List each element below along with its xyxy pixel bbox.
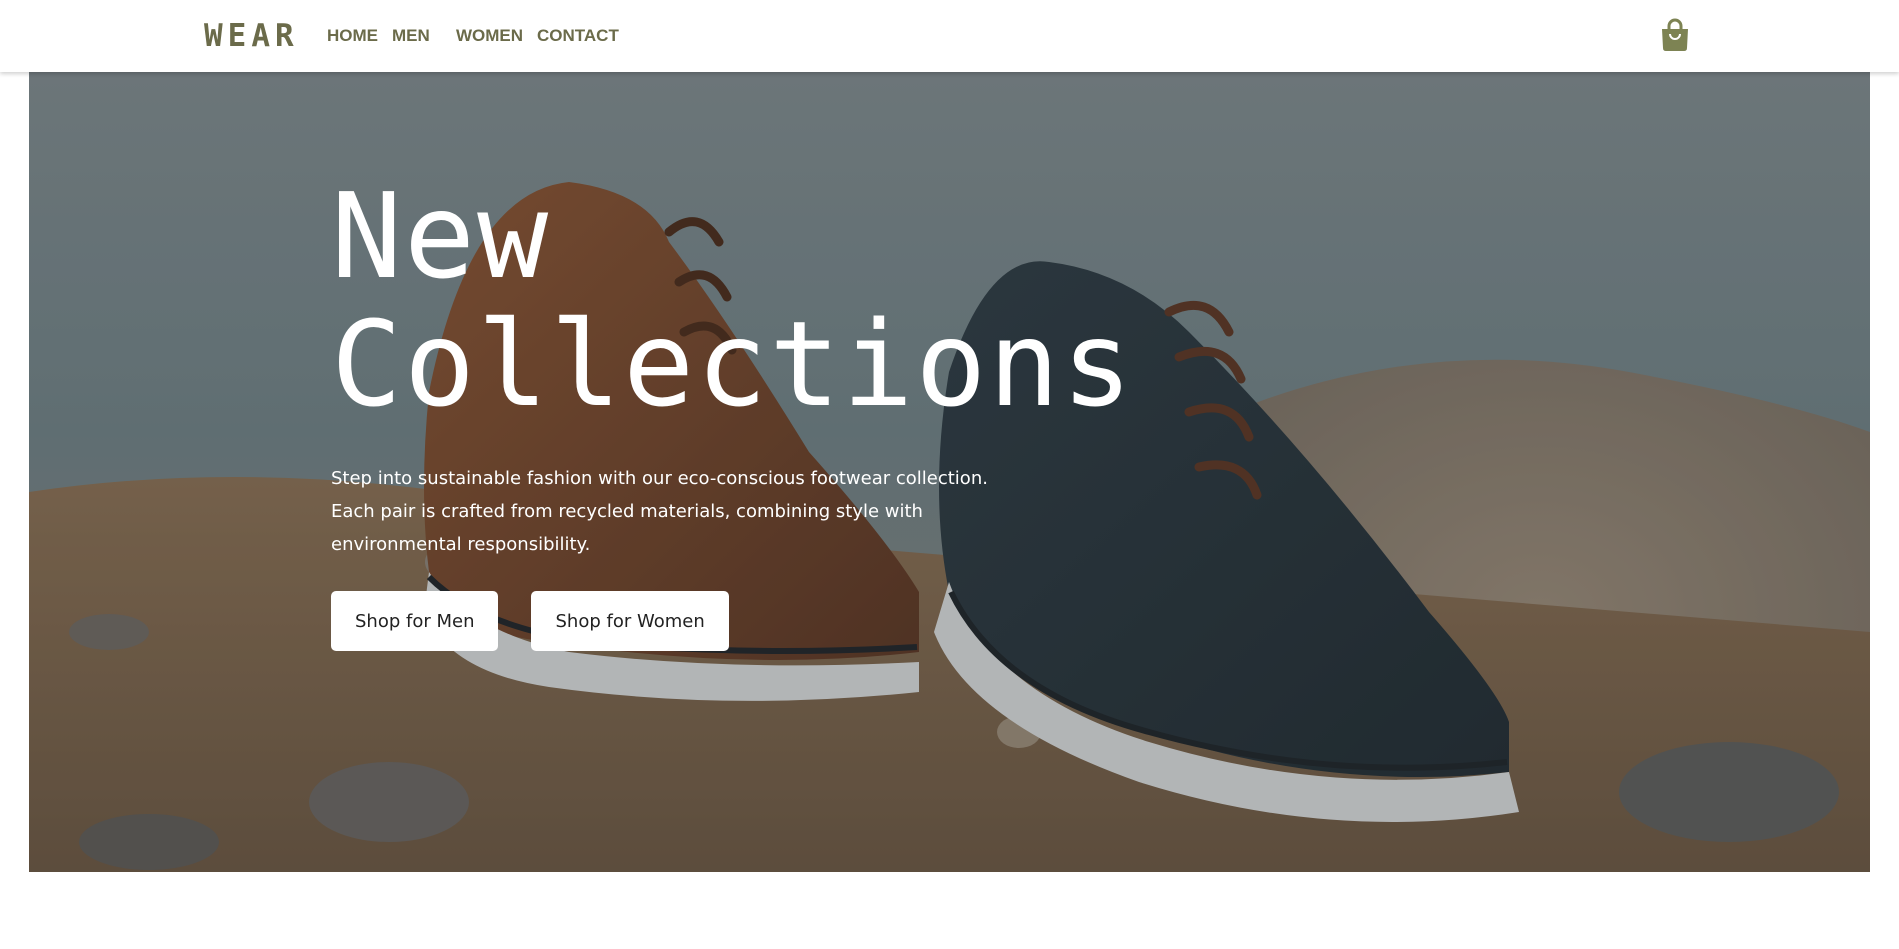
shop-women-button[interactable]: Shop for Women bbox=[531, 591, 729, 651]
top-navbar: WEAR HOME MEN WOMEN CONTACT bbox=[0, 0, 1899, 72]
hero-title-line1: New bbox=[331, 167, 551, 305]
nav-women-link[interactable]: WOMEN bbox=[456, 26, 523, 46]
hero-title-line2: Collections bbox=[331, 295, 1135, 433]
nav-contact-link[interactable]: CONTACT bbox=[537, 26, 619, 46]
hero-title: New Collections bbox=[331, 172, 1132, 428]
shopping-bag-icon[interactable] bbox=[1660, 18, 1690, 52]
hero-banner: New Collections Step into sustainable fa… bbox=[29, 72, 1870, 872]
brand-logo[interactable]: WEAR bbox=[204, 18, 299, 54]
nav-men-link[interactable]: MEN bbox=[392, 26, 430, 46]
hero-description: Step into sustainable fashion with our e… bbox=[331, 468, 988, 555]
shop-men-button[interactable]: Shop for Men bbox=[331, 591, 499, 651]
hero-content: New Collections Step into sustainable fa… bbox=[331, 172, 1132, 651]
nav-home-link[interactable]: HOME bbox=[327, 26, 378, 46]
hero-button-row: Shop for Men Shop for Women bbox=[331, 591, 1131, 651]
